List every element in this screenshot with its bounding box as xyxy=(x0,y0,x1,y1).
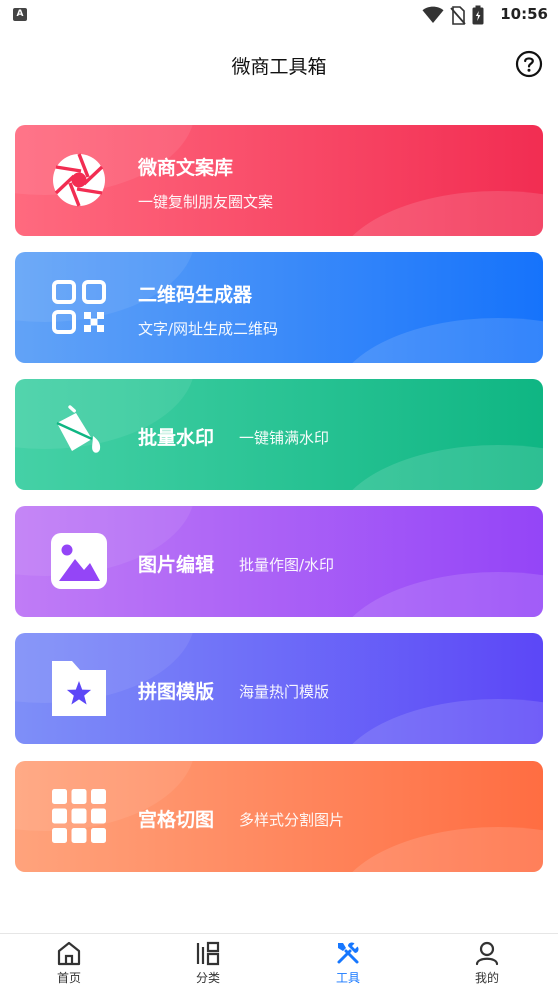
status-icons xyxy=(422,5,484,25)
star-folder-icon xyxy=(52,661,106,716)
category-icon xyxy=(196,941,220,966)
bottom-nav: 首页 分类 工具 我的 xyxy=(0,933,558,992)
tool-title: 图片编辑 xyxy=(138,554,215,576)
tools-icon xyxy=(337,942,359,964)
tool-subtitle: 多样式分割图片 xyxy=(239,811,345,829)
tool-title: 微商文案库 xyxy=(138,157,234,179)
nav-label-home: 首页 xyxy=(56,971,81,985)
tool-card-grid-cut[interactable]: 宫格切图 多样式分割图片 xyxy=(15,761,543,872)
aperture-icon xyxy=(53,153,105,207)
paint-bucket-icon xyxy=(56,405,101,453)
grid-icon xyxy=(52,789,106,843)
tool-subtitle: 批量作图/水印 xyxy=(239,556,335,574)
tool-title: 批量水印 xyxy=(138,427,215,449)
tool-card-copywriting[interactable]: 微商文案库 一键复制朋友圈文案 xyxy=(15,125,543,236)
page-title: 微商工具箱 xyxy=(231,56,327,78)
image-icon xyxy=(51,533,107,589)
tool-card-qr-generator[interactable]: 二维码生成器 文字/网址生成二维码 xyxy=(15,252,543,363)
nav-label-category: 分类 xyxy=(195,971,220,985)
tool-subtitle: 一键复制朋友圈文案 xyxy=(138,193,274,211)
nav-item-mine[interactable]: 我的 xyxy=(447,940,527,990)
nav-item-tools[interactable]: 工具 xyxy=(308,940,388,990)
nav-item-home[interactable]: 首页 xyxy=(29,940,109,990)
tool-card-batch-watermark[interactable]: 批量水印 一键铺满水印 xyxy=(15,379,543,490)
tool-card-image-edit[interactable]: 图片编辑 批量作图/水印 xyxy=(15,506,543,617)
question-circle-icon[interactable] xyxy=(515,50,543,78)
wifi-icon xyxy=(422,6,444,23)
header: 微商工具箱 xyxy=(0,40,558,90)
home-icon xyxy=(57,941,81,966)
tool-card-collage-template[interactable]: 拼图模版 海量热门模版 xyxy=(15,633,543,744)
nav-item-category[interactable]: 分类 xyxy=(168,940,248,990)
qr-code-icon xyxy=(52,280,106,334)
notification-icon: A xyxy=(13,8,27,21)
tool-title: 二维码生成器 xyxy=(138,284,253,306)
tool-title: 宫格切图 xyxy=(138,809,215,831)
nav-label-mine: 我的 xyxy=(474,971,499,985)
status-bar: A 10:56 xyxy=(0,0,558,30)
status-time: 10:56 xyxy=(500,5,548,23)
user-icon xyxy=(475,941,499,966)
tool-subtitle: 一键铺满水印 xyxy=(239,429,330,447)
tool-title: 拼图模版 xyxy=(138,681,215,703)
no-sim-icon xyxy=(450,5,466,25)
tool-subtitle: 文字/网址生成二维码 xyxy=(138,320,279,338)
nav-label-tools: 工具 xyxy=(335,971,360,985)
tool-subtitle: 海量热门模版 xyxy=(239,683,330,701)
battery-icon xyxy=(472,5,484,25)
